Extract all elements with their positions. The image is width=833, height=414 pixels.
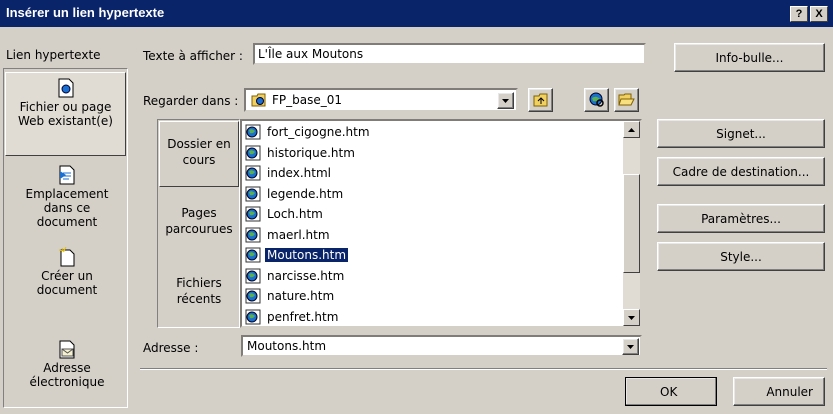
subnav-recent-files[interactable]: Fichiers récents [160, 275, 238, 307]
look-in-value: FP_base_01 [272, 93, 343, 107]
nav-header: Lien hypertexte [6, 48, 101, 62]
web-page-icon [58, 78, 73, 98]
browse-web-icon [589, 92, 604, 107]
chevron-down-icon [502, 98, 509, 103]
close-button[interactable]: X [810, 6, 828, 22]
look-in-combo[interactable]: FP_base_01 [244, 88, 518, 112]
nav-place-label: Emplacement dans ce document [25, 187, 109, 229]
style-button[interactable]: Style... [657, 242, 825, 271]
nav-email-label: Adresse électronique [29, 361, 105, 389]
address-value: Moutons.htm [247, 339, 327, 353]
cancel-button[interactable]: Annuler [733, 377, 825, 406]
subnav-current-folder[interactable]: Dossier en cours [159, 121, 239, 187]
file-name: index.html [267, 166, 331, 180]
arrow-down-icon [628, 315, 635, 320]
ok-button[interactable]: OK [625, 377, 717, 406]
up-folder-button[interactable] [528, 88, 553, 112]
file-name: fort_cigogne.htm [267, 125, 370, 139]
web-file-icon [245, 247, 261, 263]
scroll-up-button[interactable] [623, 121, 640, 138]
file-list-scrollbar[interactable] [623, 121, 640, 326]
bookmark-button[interactable]: Signet... [657, 119, 825, 148]
display-text-field[interactable]: L'Île aux Moutons [253, 43, 646, 65]
file-name: narcisse.htm [267, 268, 345, 283]
web-file-icon [245, 309, 261, 324]
nav-create-label: Créer un document [36, 269, 98, 297]
scroll-thumb[interactable] [623, 174, 640, 273]
nav-bar: Fichier ou page Web existant(e) Emplacem… [3, 68, 128, 408]
file-name: Loch.htm [267, 207, 323, 221]
file-name: legende.htm [267, 186, 344, 201]
new-document-icon [58, 247, 75, 267]
scroll-down-button[interactable] [623, 309, 640, 326]
nav-create-document[interactable]: Créer un document [12, 247, 122, 297]
file-list-item[interactable]: legende.htm [242, 184, 622, 204]
web-file-icon [245, 186, 261, 201]
parameters-button[interactable]: Paramètres... [657, 204, 825, 233]
file-list-item[interactable]: narcisse.htm [242, 266, 622, 286]
file-list-item[interactable]: penfret.htm [242, 307, 622, 327]
help-button[interactable]: ? [790, 6, 808, 22]
document-location-icon [59, 165, 75, 185]
nav-existing-file[interactable]: Fichier ou page Web existant(e) [5, 72, 126, 156]
chevron-down-icon [627, 344, 634, 349]
window-title: Insérer un lien hypertexte [6, 5, 165, 20]
address-label: Adresse : [143, 341, 199, 355]
folder-web-icon [251, 93, 266, 107]
web-file-icon [245, 165, 261, 181]
nav-existing-file-label: Fichier ou page Web existant(e) [18, 100, 113, 128]
file-list-item[interactable]: maerl.htm [242, 225, 622, 245]
subnav-browsed-pages[interactable]: Pages parcourues [160, 205, 238, 237]
target-frame-button[interactable]: Cadre de destination... [657, 157, 825, 186]
nav-place-in-document[interactable]: Emplacement dans ce document [12, 165, 122, 229]
email-icon [59, 340, 75, 359]
address-dropdown-arrow[interactable] [622, 338, 639, 355]
browse-web-button[interactable] [584, 88, 609, 112]
file-name: Moutons.htm [265, 248, 349, 262]
address-combo[interactable]: Moutons.htm [241, 335, 642, 357]
arrow-up-icon [628, 127, 635, 132]
file-list-item[interactable]: historique.htm [242, 143, 622, 163]
look-in-label: Regarder dans : [143, 94, 239, 108]
file-list-item[interactable]: fort_cigogne.htm [242, 122, 622, 142]
web-file-icon [245, 145, 261, 160]
file-name: historique.htm [267, 145, 355, 160]
file-list-item[interactable]: Loch.htm [242, 204, 622, 224]
nav-email-address[interactable]: Adresse électronique [12, 339, 122, 389]
display-text-label: Texte à afficher : [143, 49, 243, 63]
browse-file-button[interactable] [614, 88, 639, 112]
web-file-icon [245, 288, 261, 304]
web-file-icon [245, 268, 261, 283]
separator [140, 368, 827, 370]
file-list-item[interactable]: Moutons.htm [242, 245, 622, 265]
look-in-dropdown-arrow[interactable] [497, 92, 514, 109]
file-name: maerl.htm [267, 227, 330, 242]
file-list[interactable]: fort_cigogne.htm historique.htm index.html… [240, 119, 642, 328]
web-file-icon [245, 206, 261, 222]
web-file-icon [245, 227, 261, 242]
web-file-icon [245, 124, 261, 140]
file-name: penfret.htm [267, 309, 339, 324]
file-list-item[interactable]: index.html [242, 163, 622, 183]
open-folder-icon [618, 93, 635, 106]
file-name: nature.htm [267, 289, 335, 303]
file-list-item[interactable]: nature.htm [242, 286, 622, 306]
tooltip-button[interactable]: Info-bulle... [674, 43, 825, 72]
up-folder-icon [533, 93, 547, 107]
